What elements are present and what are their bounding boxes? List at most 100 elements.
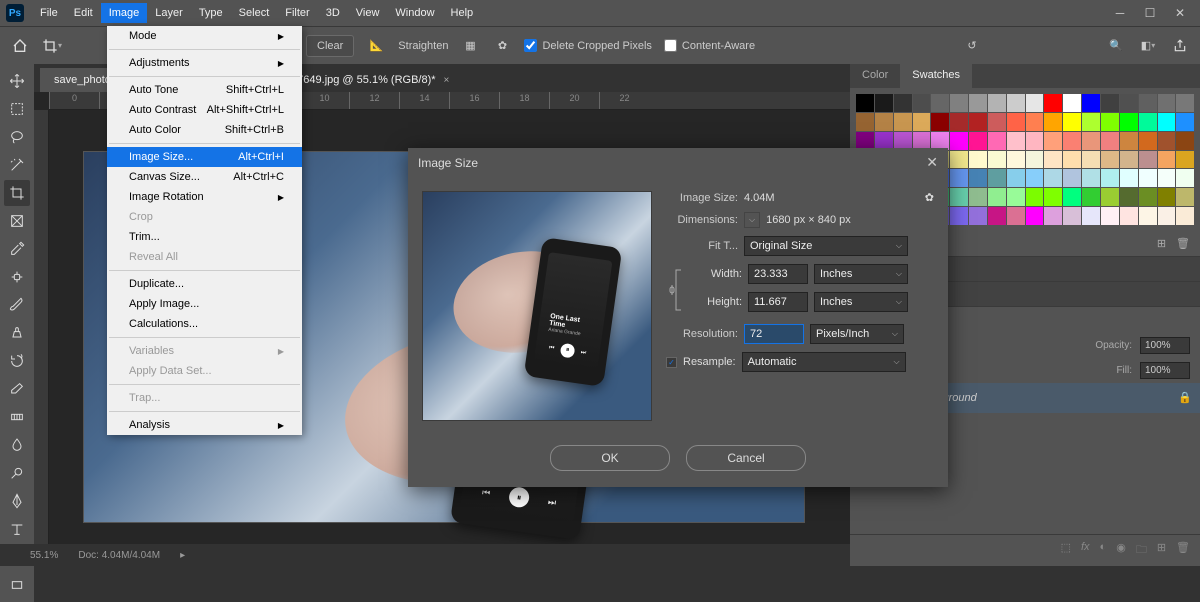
swatch[interactable] — [931, 94, 949, 112]
swatch[interactable] — [856, 113, 874, 131]
swatch[interactable] — [1101, 207, 1119, 225]
width-unit-select[interactable]: Inches⌵ — [814, 264, 908, 284]
swatch[interactable] — [894, 132, 912, 150]
gradient-tool[interactable] — [4, 404, 30, 430]
swatch[interactable] — [1082, 94, 1100, 112]
swatch[interactable] — [969, 113, 987, 131]
clone-stamp-tool[interactable] — [4, 320, 30, 346]
history-brush-tool[interactable] — [4, 348, 30, 374]
menu-item-mode[interactable]: Mode▶ — [107, 26, 302, 46]
menu-item-apply-image[interactable]: Apply Image... — [107, 294, 302, 314]
swatch[interactable] — [1063, 188, 1081, 206]
swatch[interactable] — [1176, 94, 1194, 112]
swatch[interactable] — [1026, 94, 1044, 112]
swatch[interactable] — [988, 113, 1006, 131]
swatch[interactable] — [1026, 132, 1044, 150]
swatch[interactable] — [1007, 151, 1025, 169]
new-fill-layer-icon[interactable]: ◉ — [1116, 541, 1126, 560]
swatch[interactable] — [1176, 188, 1194, 206]
menu-image[interactable]: Image — [101, 3, 148, 23]
eraser-tool[interactable] — [4, 376, 30, 402]
opacity-input[interactable]: 100% — [1140, 337, 1190, 354]
swatch[interactable] — [856, 132, 874, 150]
swatch[interactable] — [1082, 151, 1100, 169]
resolution-input[interactable] — [744, 324, 804, 344]
link-dimensions-icon[interactable] — [666, 264, 686, 316]
swatch[interactable] — [1120, 94, 1138, 112]
swatch[interactable] — [1120, 169, 1138, 187]
swatch[interactable] — [1026, 207, 1044, 225]
swatch[interactable] — [950, 188, 968, 206]
menu-type[interactable]: Type — [191, 3, 231, 23]
swatch[interactable] — [1101, 113, 1119, 131]
menu-window[interactable]: Window — [387, 3, 442, 23]
swatch[interactable] — [1101, 169, 1119, 187]
swatch[interactable] — [1176, 169, 1194, 187]
swatch[interactable] — [875, 94, 893, 112]
swatch[interactable] — [969, 151, 987, 169]
swatch[interactable] — [1044, 169, 1062, 187]
eyedropper-tool[interactable] — [4, 236, 30, 262]
swatch[interactable] — [913, 132, 931, 150]
swatch[interactable] — [969, 188, 987, 206]
swatch[interactable] — [1063, 207, 1081, 225]
swatches-panel-tab[interactable]: Swatches — [900, 64, 972, 88]
swatch[interactable] — [1044, 207, 1062, 225]
swatch[interactable] — [875, 113, 893, 131]
healing-brush-tool[interactable] — [4, 264, 30, 290]
menu-item-calculations[interactable]: Calculations... — [107, 314, 302, 334]
delete-cropped-checkbox[interactable]: Delete Cropped Pixels — [524, 39, 651, 52]
swatch[interactable] — [950, 94, 968, 112]
swatch[interactable] — [1139, 151, 1157, 169]
menu-file[interactable]: File — [32, 3, 66, 23]
menu-item-auto-tone[interactable]: Auto ToneShift+Ctrl+L — [107, 80, 302, 100]
swatch[interactable] — [1158, 151, 1176, 169]
layer-fx-icon[interactable]: fx — [1081, 541, 1090, 560]
swatch[interactable] — [1120, 207, 1138, 225]
swatch[interactable] — [1158, 132, 1176, 150]
blur-tool[interactable] — [4, 432, 30, 458]
swatch[interactable] — [1007, 94, 1025, 112]
swatch[interactable] — [894, 113, 912, 131]
resample-select[interactable]: Automatic⌵ — [742, 352, 906, 372]
swatch[interactable] — [1007, 169, 1025, 187]
swatch[interactable] — [1120, 132, 1138, 150]
delete-swatch-icon[interactable]: 🗑 — [1176, 237, 1190, 250]
ok-button[interactable]: OK — [550, 445, 670, 471]
menu-item-analysis[interactable]: Analysis▶ — [107, 415, 302, 435]
menu-layer[interactable]: Layer — [147, 3, 191, 23]
menu-item-auto-color[interactable]: Auto ColorShift+Ctrl+B — [107, 120, 302, 140]
layer-name[interactable]: Background — [918, 392, 1170, 404]
tab-close-icon[interactable]: × — [444, 75, 450, 86]
swatch[interactable] — [1026, 151, 1044, 169]
swatch[interactable] — [988, 207, 1006, 225]
dialog-gear-icon[interactable]: ✿ — [925, 191, 934, 204]
height-input[interactable] — [748, 292, 808, 312]
swatch[interactable] — [1044, 151, 1062, 169]
swatch[interactable] — [1139, 207, 1157, 225]
crop-tool[interactable] — [4, 180, 30, 206]
dodge-tool[interactable] — [4, 460, 30, 486]
magic-wand-tool[interactable] — [4, 152, 30, 178]
swatch[interactable] — [950, 169, 968, 187]
swatch[interactable] — [1026, 188, 1044, 206]
fit-to-select[interactable]: Original Size⌵ — [744, 236, 908, 256]
menu-item-trim[interactable]: Trim... — [107, 227, 302, 247]
swatch[interactable] — [1158, 188, 1176, 206]
swatch[interactable] — [1176, 132, 1194, 150]
color-panel-tab[interactable]: Color — [850, 64, 900, 88]
swatch[interactable] — [1007, 113, 1025, 131]
swatch[interactable] — [1139, 169, 1157, 187]
new-swatch-icon[interactable]: ⊞ — [1157, 237, 1166, 250]
swatch[interactable] — [1158, 113, 1176, 131]
swatch[interactable] — [969, 132, 987, 150]
clear-button[interactable]: Clear — [306, 35, 354, 57]
new-layer-icon[interactable]: ⊞ — [1157, 541, 1166, 560]
straighten-icon[interactable]: 📐 — [366, 36, 386, 56]
content-aware-checkbox[interactable]: Content-Aware — [664, 39, 755, 52]
swatch[interactable] — [1139, 94, 1157, 112]
swatch[interactable] — [1063, 132, 1081, 150]
swatch[interactable] — [1063, 113, 1081, 131]
swatch[interactable] — [1176, 151, 1194, 169]
cancel-button[interactable]: Cancel — [686, 445, 806, 471]
